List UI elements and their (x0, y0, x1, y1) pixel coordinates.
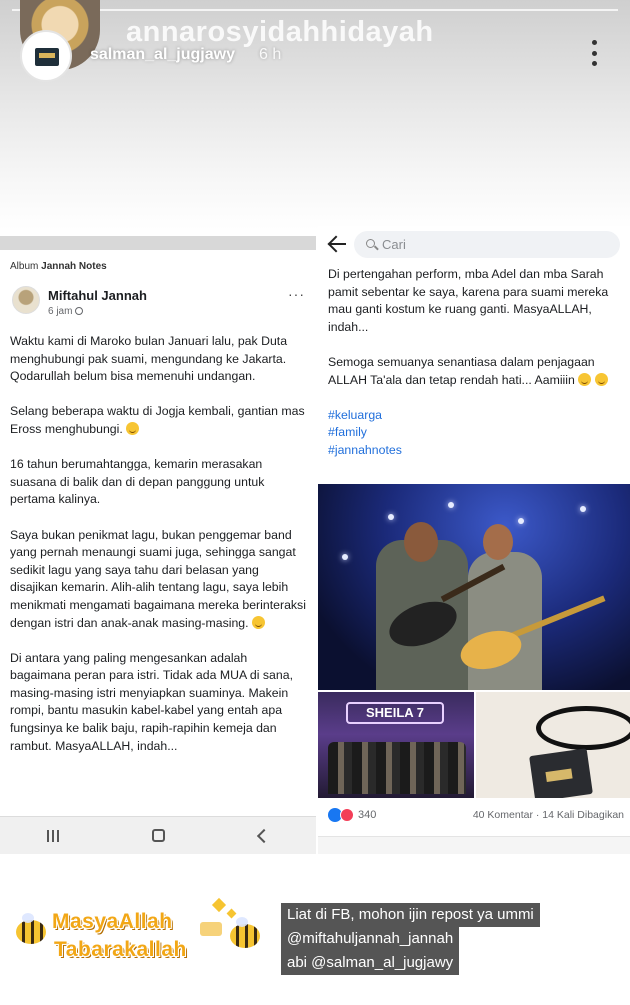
story-progress-segment (12, 9, 618, 11)
hashtag: #jannahnotes (328, 442, 402, 457)
stage-light (518, 518, 524, 524)
group-of-people (328, 742, 466, 794)
search-bar: Cari (354, 231, 620, 258)
post-paragraph: Di antara yang paling mengesankan adalah… (10, 650, 293, 753)
post-time: 6 jam (48, 306, 84, 317)
story-time: 6 h (259, 46, 282, 63)
lanyard-strap (536, 706, 630, 750)
dot (591, 40, 597, 45)
post-paragraph: Semoga semuanya senantiasa dalam penjaga… (328, 354, 624, 389)
clap-emoji-icon (578, 372, 592, 386)
concert-photo-main (318, 484, 630, 690)
sparkle-icon (226, 908, 237, 919)
left-facebook-screenshot: Album Jannah Notes Miftahul Jannah 6 jam… (0, 236, 316, 854)
reactions-summary: 340 (328, 808, 376, 822)
post-paragraph-text: Selang beberapa waktu di Jogja kembali, … (10, 404, 305, 436)
lanyard-photo (476, 692, 630, 798)
post-paragraph-text: Saya bukan penikmat lagu, bukan penggema… (10, 527, 306, 630)
post-author-avatar (12, 286, 40, 314)
stage-light (580, 506, 586, 512)
masyaallah-sticker: MasyaAllah Tabarakallah (14, 897, 264, 978)
android-nav-bar (0, 816, 316, 854)
sticker-text-line2: Tabarakallah (54, 938, 187, 961)
honey-jar-icon (200, 922, 222, 936)
search-header: Cari (318, 226, 630, 262)
post-time-text: 6 jam (48, 306, 73, 317)
album-name: Jannah Notes (41, 261, 107, 272)
post-body: Waktu kami di Maroko bulan Januari lalu,… (10, 333, 308, 773)
hashtag-list: #keluarga #family #jannahnotes (328, 407, 624, 460)
guitarist-head (483, 524, 513, 560)
right-facebook-screenshot: Cari Di pertengahan perform, mba Adel da… (318, 226, 630, 854)
globe-icon (75, 307, 84, 315)
post-paragraph: Selang beberapa waktu di Jogja kembali, … (10, 403, 308, 438)
dot (591, 50, 597, 56)
more-options-icon[interactable] (586, 40, 602, 66)
stage-light (388, 514, 394, 520)
hashtag: #keluarga (328, 407, 383, 422)
stage-group-photo: SHEILA 7 (318, 692, 474, 798)
story-progress-bar (12, 9, 618, 11)
background-username: annarosyidahhidayah (126, 16, 434, 48)
bee-icon (16, 913, 46, 944)
caption-line: Liat di FB, mohon ijin repost ya ummi (281, 903, 540, 927)
search-icon (366, 239, 375, 248)
smile-emoji-icon (126, 421, 140, 435)
avatar-logo (35, 48, 59, 66)
sticker-text-line1: MasyaAllah (52, 910, 173, 933)
reaction-count: 340 (358, 809, 377, 821)
smile-emoji-icon (594, 372, 608, 386)
story-header-background: annarosyidahhidayah salman_al_jugjawy 6 … (0, 0, 630, 235)
stage-light (448, 502, 454, 508)
smile-emoji-icon (251, 615, 265, 629)
hashtag: #family (328, 425, 367, 440)
guitarist-head (404, 522, 438, 562)
album-label: Album Jannah Notes (10, 261, 107, 272)
search-placeholder: Cari (382, 237, 406, 252)
sparkle-icon (211, 897, 227, 913)
dot (591, 61, 597, 66)
story-avatar[interactable] (20, 30, 72, 82)
action-bar (318, 836, 630, 854)
post-paragraph: Saya bukan penikmat lagu, bukan penggema… (10, 527, 308, 633)
back-arrow-icon (328, 234, 348, 254)
album-prefix: Album (10, 261, 39, 272)
post-paragraph-text: Semoga semuanya senantiasa dalam penjaga… (328, 354, 595, 387)
story-username[interactable]: salman_al_jugjawy (90, 46, 235, 64)
story-caption: Liat di FB, mohon ijin repost ya ummi @m… (281, 903, 540, 975)
bee-icon (230, 917, 260, 948)
post-author-name: Miftahul Jannah (48, 288, 147, 303)
caption-mention[interactable]: abi @salman_al_jugjawy (281, 951, 460, 975)
screenshot-top-bar (0, 236, 316, 250)
backstage-pass (529, 748, 593, 798)
post-paragraph: 16 tahun berumahtangga, kemarin merasaka… (10, 457, 265, 507)
recent-apps-icon (46, 829, 59, 842)
stage-light (342, 554, 348, 560)
comment-share-counts: 40 Komentar · 14 Kali Dibagikan (472, 809, 624, 821)
post-body-continued: Di pertengahan perform, mba Adel dan mba… (328, 266, 624, 460)
stage-sign: SHEILA 7 (346, 702, 444, 724)
love-reaction-icon (340, 808, 354, 822)
post-more-icon: ··· (288, 286, 305, 302)
caption-mention[interactable]: @miftahuljannah_jannah (281, 927, 460, 951)
home-icon (152, 829, 166, 842)
post-paragraph: Di pertengahan perform, mba Adel dan mba… (328, 267, 609, 334)
post-paragraph: Waktu kami di Maroko bulan Januari lalu,… (10, 334, 288, 384)
back-icon (257, 828, 272, 843)
